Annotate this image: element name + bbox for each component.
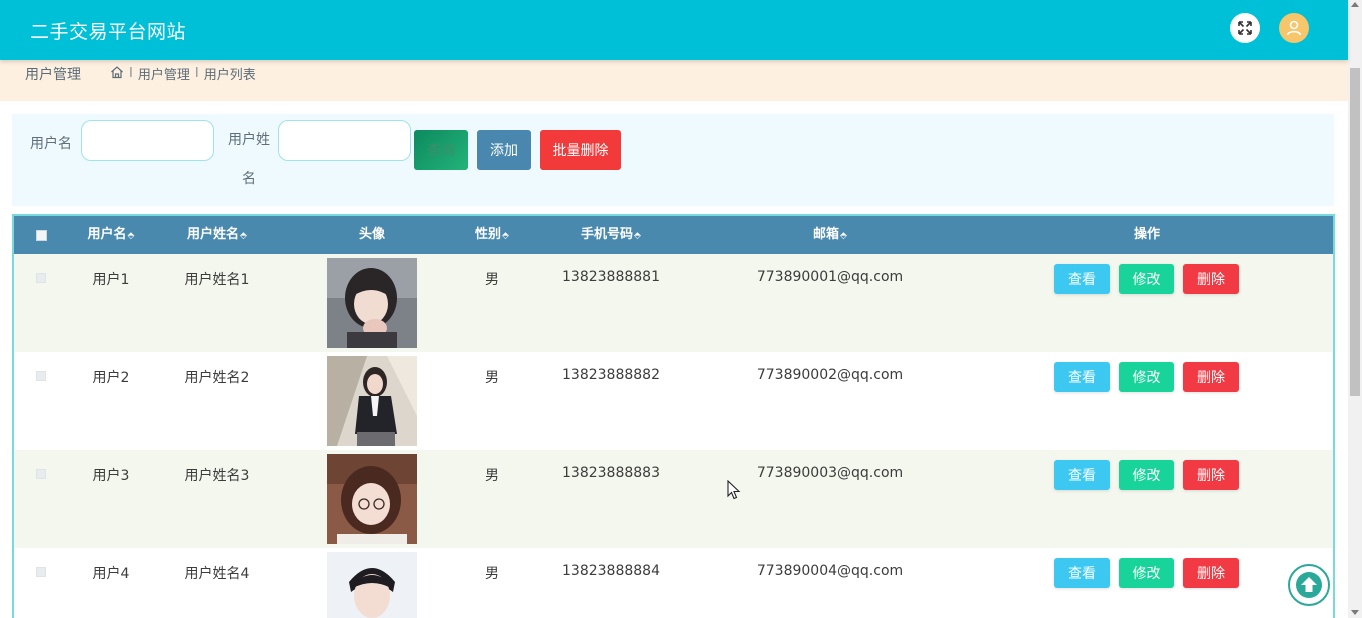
name-input[interactable] bbox=[278, 120, 411, 161]
select-all-checkbox[interactable] bbox=[36, 230, 47, 241]
edit-button[interactable]: 修改 bbox=[1119, 558, 1174, 588]
edit-button[interactable]: 修改 bbox=[1119, 460, 1174, 490]
query-button[interactable]: 查询 bbox=[414, 130, 468, 170]
section-title: 用户管理 bbox=[25, 67, 81, 83]
delete-button[interactable]: 删除 bbox=[1183, 460, 1239, 490]
mouse-cursor-icon bbox=[727, 479, 741, 504]
view-button[interactable]: 查看 bbox=[1054, 362, 1110, 392]
cell-phone: 13823888882 bbox=[562, 367, 660, 383]
breadcrumb-separator: I bbox=[129, 66, 133, 81]
site-title: 二手交易平台网站 bbox=[30, 21, 187, 43]
table-row: 用户3 用户姓名3 男 13823888883 773890003@qq.com… bbox=[14, 450, 1333, 548]
view-button[interactable]: 查看 bbox=[1054, 558, 1110, 588]
breadcrumb: I 用户管理 I 用户列表 bbox=[110, 64, 256, 83]
cell-gender: 男 bbox=[485, 370, 499, 386]
column-header-email[interactable]: 邮箱⬘ bbox=[813, 216, 847, 254]
name-label: 用户姓名 bbox=[228, 132, 270, 187]
user-table: 用户名⬘ 用户姓名⬘ 头像 性别⬘ 手机号码⬘ 邮箱⬘ 操作 用户1 用户姓名1… bbox=[12, 214, 1335, 618]
cell-phone: 13823888881 bbox=[562, 269, 660, 285]
row-checkbox[interactable] bbox=[36, 567, 46, 577]
cell-name: 用户姓名2 bbox=[184, 370, 250, 386]
user-avatar-icon[interactable] bbox=[1279, 13, 1309, 43]
edit-button[interactable]: 修改 bbox=[1119, 362, 1174, 392]
delete-button[interactable]: 删除 bbox=[1183, 264, 1239, 294]
cell-username: 用户1 bbox=[92, 272, 130, 288]
sort-icon: ⬘ bbox=[502, 231, 509, 241]
back-to-top-icon[interactable] bbox=[1288, 564, 1330, 606]
scrollbar-thumb[interactable] bbox=[1350, 68, 1360, 396]
page-scrollbar[interactable] bbox=[1348, 0, 1362, 618]
cell-gender: 男 bbox=[485, 272, 499, 288]
sort-icon: ⬘ bbox=[240, 231, 247, 241]
search-panel: 用户名 用户姓名 查询 添加 批量删除 bbox=[12, 114, 1334, 206]
top-bar: 二手交易平台网站 bbox=[0, 0, 1348, 60]
sort-icon: ⬘ bbox=[634, 231, 641, 241]
scroll-down-icon[interactable] bbox=[1351, 610, 1359, 615]
table-row: 用户2 用户姓名2 男 13823888882 773890002@qq.com… bbox=[14, 352, 1333, 450]
view-button[interactable]: 查看 bbox=[1054, 460, 1110, 490]
table-header: 用户名⬘ 用户姓名⬘ 头像 性别⬘ 手机号码⬘ 邮箱⬘ 操作 bbox=[14, 216, 1333, 254]
cell-name: 用户姓名1 bbox=[184, 272, 250, 288]
cell-email: 773890002@qq.com bbox=[756, 367, 904, 383]
breadcrumb-item: 用户列表 bbox=[203, 68, 256, 83]
cell-name: 用户姓名4 bbox=[184, 566, 250, 582]
column-header-avatar: 头像 bbox=[358, 227, 386, 242]
row-checkbox[interactable] bbox=[36, 273, 46, 283]
view-button[interactable]: 查看 bbox=[1054, 264, 1110, 294]
user-avatar-image bbox=[327, 356, 417, 446]
cell-phone: 13823888883 bbox=[562, 465, 660, 481]
cell-email: 773890001@qq.com bbox=[756, 269, 904, 285]
column-header-phone[interactable]: 手机号码⬘ bbox=[581, 216, 641, 254]
row-checkbox[interactable] bbox=[36, 469, 46, 479]
sort-icon: ⬘ bbox=[840, 231, 847, 241]
breadcrumb-item[interactable]: 用户管理 bbox=[138, 64, 190, 83]
cell-phone: 13823888884 bbox=[562, 563, 660, 579]
fullscreen-icon[interactable] bbox=[1230, 13, 1260, 43]
row-checkbox[interactable] bbox=[36, 371, 46, 381]
user-avatar-image bbox=[327, 258, 417, 348]
breadcrumb-separator: I bbox=[194, 66, 199, 81]
table-row: 用户1 用户姓名1 男 13823888881 773890001@qq.com… bbox=[14, 254, 1333, 352]
cell-email: 773890004@qq.com bbox=[756, 563, 904, 579]
cell-name: 用户姓名3 bbox=[184, 468, 250, 484]
delete-button[interactable]: 删除 bbox=[1183, 558, 1239, 588]
column-header-actions: 操作 bbox=[1133, 227, 1161, 242]
home-icon[interactable] bbox=[110, 65, 124, 83]
cell-email: 773890003@qq.com bbox=[756, 465, 904, 481]
column-header-username[interactable]: 用户名⬘ bbox=[88, 216, 135, 254]
cell-gender: 男 bbox=[485, 566, 499, 582]
username-input[interactable] bbox=[81, 120, 214, 161]
cell-username: 用户3 bbox=[92, 468, 130, 484]
add-button[interactable]: 添加 bbox=[477, 130, 531, 170]
sort-icon: ⬘ bbox=[127, 231, 135, 241]
breadcrumb-bar: 用户管理 I 用户管理 I 用户列表 bbox=[0, 60, 1348, 101]
delete-button[interactable]: 删除 bbox=[1183, 362, 1239, 392]
batch-delete-button[interactable]: 批量删除 bbox=[540, 130, 621, 170]
table-row: 用户4 用户姓名4 男 13823888884 773890004@qq.com… bbox=[14, 548, 1333, 618]
cell-username: 用户2 bbox=[92, 370, 130, 386]
user-avatar-image bbox=[327, 552, 417, 618]
user-avatar-image bbox=[327, 454, 417, 544]
column-header-gender[interactable]: 性别⬘ bbox=[475, 216, 509, 254]
cell-gender: 男 bbox=[485, 468, 499, 484]
cell-username: 用户4 bbox=[92, 566, 130, 582]
column-header-name[interactable]: 用户姓名⬘ bbox=[187, 216, 247, 254]
scroll-up-icon[interactable] bbox=[1351, 2, 1359, 7]
edit-button[interactable]: 修改 bbox=[1119, 264, 1174, 294]
username-label: 用户名 bbox=[30, 136, 72, 152]
